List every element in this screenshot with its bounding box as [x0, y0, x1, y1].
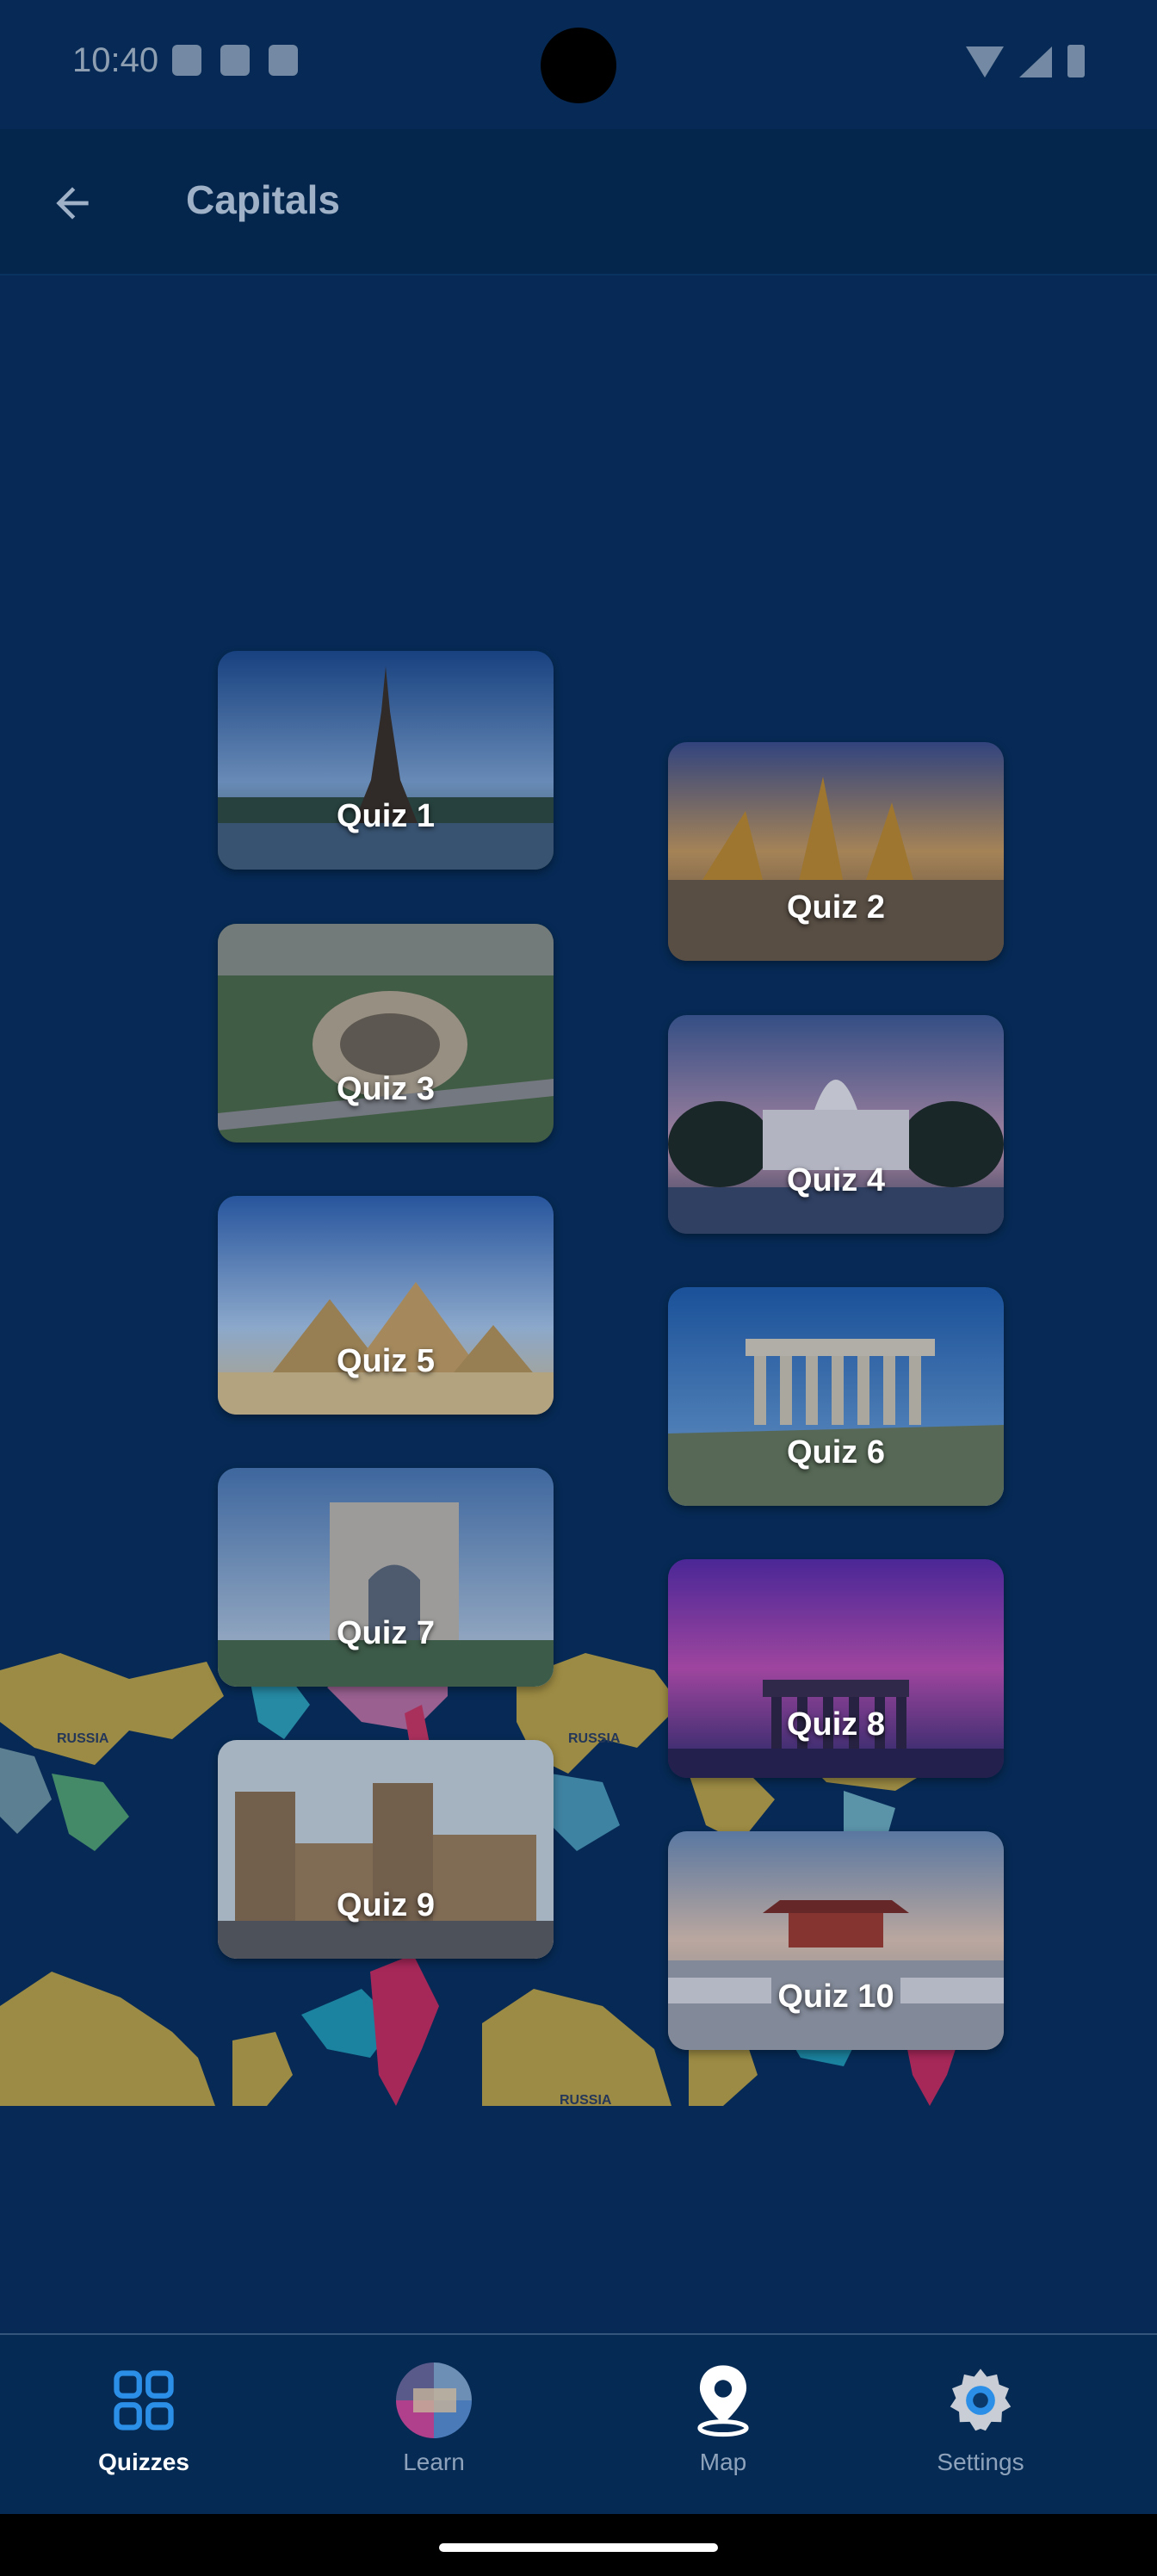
- globe-thumbnail-icon: [393, 2359, 475, 2442]
- sd-card-icon: [220, 45, 250, 76]
- status-icons-right: [966, 45, 1085, 77]
- quiz-card-2[interactable]: Quiz 2: [668, 742, 1004, 961]
- quiz-label: Quiz 8: [786, 1706, 886, 1743]
- map-label: RUSSIA: [57, 1731, 109, 1746]
- nav-label: Learn: [403, 2449, 465, 2475]
- nav-item-map[interactable]: Map: [637, 2359, 809, 2476]
- map-pin-icon: [682, 2359, 764, 2442]
- quiz-label: Quiz 10: [777, 1978, 894, 2015]
- nav-label: Quizzes: [98, 2449, 189, 2475]
- app-bar: Capitals: [0, 129, 1157, 276]
- grid-icon: [102, 2359, 185, 2442]
- card-shade: [218, 924, 554, 1142]
- nav-label: Settings: [937, 2449, 1024, 2475]
- nav-item-settings[interactable]: Settings: [894, 2359, 1067, 2476]
- quiz-label: Quiz 1: [336, 798, 436, 834]
- card-shade: [668, 1287, 1004, 1506]
- quiz-card-9[interactable]: Quiz 9: [218, 1740, 554, 1959]
- quiz-label: Quiz 6: [786, 1434, 886, 1471]
- gear-icon: [939, 2359, 1022, 2442]
- card-shade: [668, 1831, 1004, 2050]
- map-label: RUSSIA: [568, 1731, 621, 1746]
- quiz-label: Quiz 3: [336, 1071, 436, 1107]
- shield-icon: [172, 45, 201, 76]
- quiz-label: Quiz 9: [336, 1887, 436, 1923]
- arrow-left-icon: [56, 187, 89, 220]
- card-shade: [668, 1559, 1004, 1778]
- page-title: Capitals: [186, 177, 340, 222]
- home-gesture-handle[interactable]: [439, 2543, 718, 2552]
- quiz-card-7[interactable]: Quiz 7: [218, 1468, 554, 1687]
- quiz-label: Quiz 4: [786, 1162, 886, 1198]
- card-shade: [668, 742, 1004, 961]
- camera-cutout: [541, 28, 616, 103]
- gesture-area: [0, 2514, 1157, 2576]
- card-shade: [218, 1468, 554, 1687]
- wifi-icon: [966, 46, 1004, 77]
- back-button[interactable]: [38, 169, 107, 238]
- quiz-card-1[interactable]: Quiz 1: [218, 651, 554, 870]
- quiz-card-8[interactable]: Quiz 8: [668, 1559, 1004, 1778]
- bottom-navigation: Quizzes Learn Map Settings: [0, 2333, 1157, 2516]
- quiz-card-6[interactable]: Quiz 6: [668, 1287, 1004, 1506]
- map-label: RUSSIA: [560, 2093, 612, 2106]
- status-icons-left: [172, 45, 298, 76]
- quiz-label: Quiz 5: [336, 1343, 436, 1379]
- battery-icon: [1067, 45, 1085, 77]
- nav-item-quizzes[interactable]: Quizzes: [58, 2359, 230, 2476]
- accessibility-icon: [269, 45, 298, 76]
- nav-label: Map: [699, 2449, 747, 2475]
- card-shade: [668, 1015, 1004, 1234]
- signal-icon: [1019, 46, 1052, 77]
- card-shade: [218, 1740, 554, 1959]
- quiz-card-3[interactable]: Quiz 3: [218, 924, 554, 1142]
- quiz-label: Quiz 7: [336, 1615, 436, 1651]
- quiz-card-10[interactable]: Quiz 10: [668, 1831, 1004, 2050]
- nav-item-learn[interactable]: Learn: [348, 2359, 520, 2476]
- quiz-label: Quiz 2: [786, 889, 886, 926]
- quiz-card-5[interactable]: Quiz 5: [218, 1196, 554, 1415]
- card-shade: [218, 1196, 554, 1415]
- card-shade: [218, 651, 554, 870]
- status-time: 10:40: [72, 41, 159, 79]
- quiz-card-4[interactable]: Quiz 4: [668, 1015, 1004, 1234]
